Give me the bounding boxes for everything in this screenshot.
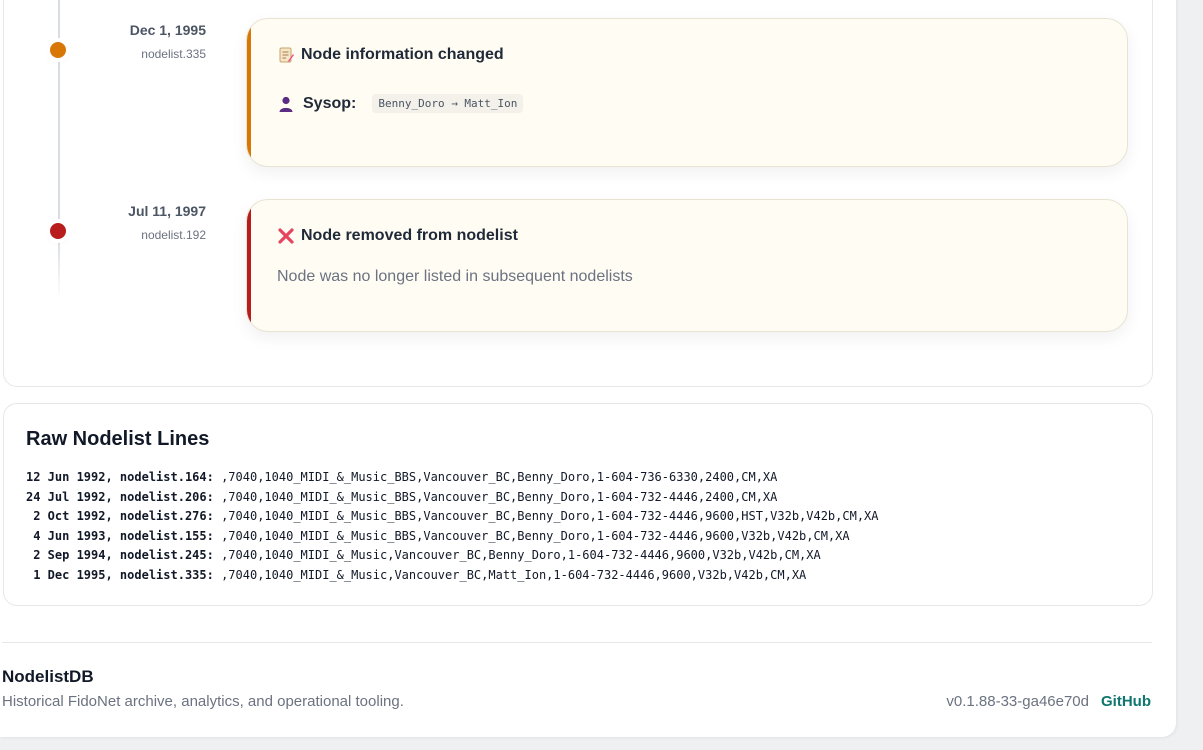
- footer-right: v0.1.88-33-ga46e70d GitHub: [946, 693, 1151, 710]
- footer-tagline: Historical FidoNet archive, analytics, a…: [2, 693, 404, 710]
- event-card-node-changed: Node information changed Sysop: Benny_Do…: [246, 18, 1128, 167]
- raw-section-title: Raw Nodelist Lines: [26, 428, 210, 450]
- event-card-node-removed: Node removed from nodelist Node was no l…: [246, 199, 1128, 332]
- event-date: Dec 1, 1995: [129, 22, 206, 38]
- raw-nodelist-line: 4 Jun 1993, nodelist.155: ,7040,1040_MID…: [26, 527, 879, 547]
- footer-brand: NodelistDB: [2, 667, 94, 686]
- page-container: Dec 1, 1995 nodelist.335 Node informatio…: [0, 0, 1176, 737]
- event-nodelist-file: nodelist.335: [141, 47, 206, 61]
- event-title: Node information changed: [277, 46, 504, 64]
- event-detail-sysop: Sysop: Benny_Doro → Matt_Ion: [277, 94, 524, 113]
- event-accent-bar: [247, 19, 251, 166]
- detail-value-chip: Benny_Doro → Matt_Ion: [372, 94, 524, 113]
- event-accent-bar: [247, 200, 251, 331]
- raw-lines-block: 12 Jun 1992, nodelist.164: ,7040,1040_MI…: [26, 468, 879, 586]
- raw-nodelist-card: Raw Nodelist Lines 12 Jun 1992, nodelist…: [3, 403, 1153, 606]
- event-nodelist-file: nodelist.192: [141, 228, 206, 242]
- raw-nodelist-line: 1 Dec 1995, nodelist.335: ,7040,1040_MID…: [26, 566, 879, 586]
- raw-line-text: ,7040,1040_MIDI_&_Music_BBS,Vancouver_BC…: [213, 470, 778, 484]
- cross-mark-icon: [277, 227, 295, 245]
- event-description: Node was no longer listed in subsequent …: [277, 268, 633, 285]
- raw-line-text: ,7040,1040_MIDI_&_Music,Vancouver_BC,Mat…: [213, 567, 807, 582]
- raw-nodelist-line: 2 Oct 1992, nodelist.276: ,7040,1040_MID…: [26, 507, 879, 527]
- event-title: Node removed from nodelist: [277, 227, 518, 245]
- github-link[interactable]: GitHub: [1101, 693, 1151, 710]
- raw-line-text: ,7040,1040_MIDI_&_Music_BBS,Vancouver_BC…: [213, 509, 879, 524]
- event-date: Jul 11, 1997: [128, 203, 206, 219]
- event-title-text: Node information changed: [301, 46, 504, 63]
- raw-line-prefix: 2 Oct 1992, nodelist.276:: [26, 509, 214, 524]
- raw-line-text: ,7040,1040_MIDI_&_Music_BBS,Vancouver_BC…: [213, 528, 850, 543]
- raw-line-text: ,7040,1040_MIDI_&_Music,Vancouver_BC,Ben…: [213, 548, 821, 563]
- timeline-card: Dec 1, 1995 nodelist.335 Node informatio…: [3, 0, 1153, 387]
- person-icon: [277, 95, 295, 113]
- raw-line-prefix: 12 Jun 1992, nodelist.164:: [26, 470, 214, 484]
- event-title-text: Node removed from nodelist: [301, 227, 518, 244]
- raw-line-text: ,7040,1040_MIDI_&_Music_BBS,Vancouver_BC…: [213, 489, 778, 504]
- memo-icon: [277, 46, 295, 64]
- raw-line-prefix: 1 Dec 1995, nodelist.335:: [26, 567, 214, 582]
- raw-line-prefix: 4 Jun 1993, nodelist.155:: [26, 528, 214, 543]
- raw-nodelist-line: 12 Jun 1992, nodelist.164: ,7040,1040_MI…: [26, 468, 879, 488]
- version-label: v0.1.88-33-ga46e70d: [946, 693, 1089, 710]
- footer-divider: [2, 642, 1152, 643]
- raw-line-prefix: 24 Jul 1992, nodelist.206:: [26, 489, 214, 504]
- raw-line-prefix: 2 Sep 1994, nodelist.245:: [26, 548, 214, 563]
- raw-nodelist-line: 24 Jul 1992, nodelist.206: ,7040,1040_MI…: [26, 488, 879, 508]
- raw-nodelist-line: 2 Sep 1994, nodelist.245: ,7040,1040_MID…: [26, 546, 879, 566]
- detail-label: Sysop:: [303, 94, 357, 112]
